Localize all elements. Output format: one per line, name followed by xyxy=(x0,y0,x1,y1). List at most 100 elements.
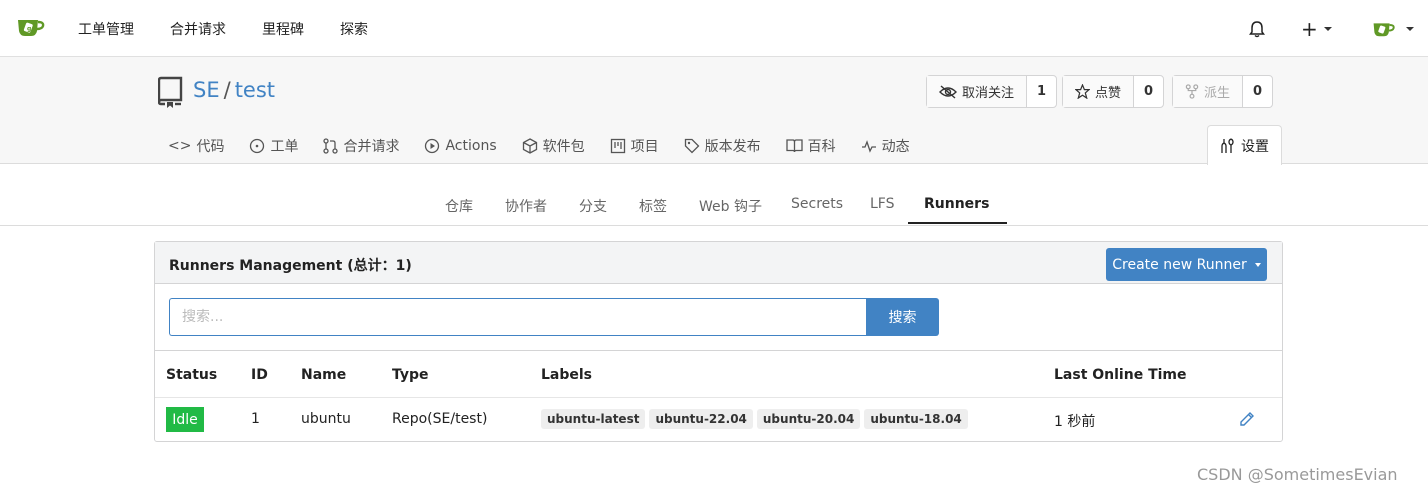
svg-text:g: g xyxy=(27,26,31,33)
main-nav: 工单管理 合并请求 里程碑 探索 xyxy=(78,0,404,57)
search-row: 搜索 xyxy=(155,284,1282,351)
active-tab-indicator xyxy=(908,222,1007,224)
pencil-icon[interactable] xyxy=(1239,411,1255,427)
issue-icon xyxy=(250,138,265,154)
star-count[interactable]: 0 xyxy=(1134,76,1163,107)
tab-label: 软件包 xyxy=(542,139,585,155)
repo-icon xyxy=(158,76,183,108)
book-icon xyxy=(785,139,803,153)
chevron-down-icon[interactable] xyxy=(1324,27,1332,31)
star-icon xyxy=(1075,84,1090,99)
repo-title: SE / test xyxy=(193,78,275,102)
fork-button[interactable]: 派生 0 xyxy=(1172,75,1274,108)
fork-icon xyxy=(1185,84,1199,99)
repo-name-link[interactable]: test xyxy=(235,78,275,102)
fork-label: 派生 xyxy=(1204,86,1231,101)
runner-label: ubuntu-18.04 xyxy=(864,409,968,429)
star-label: 点赞 xyxy=(1095,86,1122,101)
code-icon: <> xyxy=(168,138,192,154)
tab-label: Actions xyxy=(445,138,497,154)
column-header-last-online[interactable]: Last Online Time xyxy=(1054,367,1187,383)
subtab-secrets[interactable]: Secrets xyxy=(791,196,843,212)
chevron-down-icon[interactable] xyxy=(1406,27,1414,31)
pull-request-icon xyxy=(323,138,339,154)
runner-type: Repo(SE/test) xyxy=(392,411,488,427)
table-header: Status ID Name Type Labels Last Online T… xyxy=(155,351,1282,398)
gitea-logo-icon[interactable]: g xyxy=(16,15,46,39)
table-row: Idle 1 ubuntu Repo(SE/test) ubuntu-lates… xyxy=(155,398,1282,441)
nav-issues[interactable]: 工单管理 xyxy=(78,19,134,39)
search-button[interactable]: 搜索 xyxy=(866,298,939,336)
subtab-branches[interactable]: 分支 xyxy=(579,196,607,216)
tab-wiki[interactable]: 百科 xyxy=(785,136,836,156)
tab-projects[interactable]: 项目 xyxy=(610,136,659,156)
column-header-type[interactable]: Type xyxy=(392,367,429,383)
runner-label: ubuntu-20.04 xyxy=(756,409,861,429)
subtab-lfs[interactable]: LFS xyxy=(870,196,895,212)
play-icon xyxy=(425,138,440,154)
runner-labels: ubuntu-latest ubuntu-22.04 ubuntu-20.04 … xyxy=(541,409,968,429)
nav-pull-requests[interactable]: 合并请求 xyxy=(170,19,226,39)
tag-icon xyxy=(684,138,700,154)
create-runner-button[interactable]: Create new Runner xyxy=(1106,248,1267,281)
project-icon xyxy=(610,138,625,154)
column-header-status[interactable]: Status xyxy=(166,367,217,383)
subtab-repository[interactable]: 仓库 xyxy=(445,196,473,216)
package-icon xyxy=(522,138,537,154)
search-input[interactable] xyxy=(169,298,866,336)
tab-label: 工单 xyxy=(270,139,299,155)
repo-title-separator: / xyxy=(223,78,231,102)
tab-code[interactable]: <> 代码 xyxy=(168,136,224,156)
top-navbar: g 工单管理 合并请求 里程碑 探索 + xyxy=(0,0,1428,57)
eye-slash-icon xyxy=(939,84,957,99)
tools-icon xyxy=(1221,137,1234,153)
tab-label: 合并请求 xyxy=(343,139,400,155)
unwatch-button[interactable]: 取消关注 1 xyxy=(926,75,1058,108)
subtab-collaborators[interactable]: 协作者 xyxy=(505,196,547,216)
tab-label: 百科 xyxy=(807,139,836,155)
subtab-tags[interactable]: 标签 xyxy=(639,196,667,216)
tab-label: 版本发布 xyxy=(704,139,761,155)
subtab-webhooks[interactable]: Web 钩子 xyxy=(699,196,762,216)
star-button[interactable]: 点赞 0 xyxy=(1062,75,1165,108)
watermark: CSDN @SometimesEvian xyxy=(1197,465,1398,484)
tab-label: 动态 xyxy=(881,139,910,155)
nav-milestones[interactable]: 里程碑 xyxy=(262,19,304,39)
runner-name: ubuntu xyxy=(301,411,351,427)
fork-count[interactable]: 0 xyxy=(1243,76,1272,107)
column-header-id[interactable]: ID xyxy=(251,367,268,383)
plus-icon[interactable]: + xyxy=(1301,19,1318,39)
pulse-icon xyxy=(861,140,876,153)
tab-label: 代码 xyxy=(196,139,225,155)
column-header-labels[interactable]: Labels xyxy=(541,367,592,383)
avatar[interactable] xyxy=(1372,19,1396,39)
unwatch-label: 取消关注 xyxy=(962,86,1015,101)
star-label-wrap: 点赞 xyxy=(1063,76,1135,107)
tab-packages[interactable]: 软件包 xyxy=(522,136,585,156)
chevron-down-icon xyxy=(1254,262,1261,267)
repo-header: SE / test 取消关注 1 点赞 0 派生 0 <> 代码 工单 合并请求… xyxy=(0,57,1428,165)
watch-count[interactable]: 1 xyxy=(1027,76,1056,107)
runner-label: ubuntu-22.04 xyxy=(649,409,753,429)
column-header-name[interactable]: Name xyxy=(301,367,346,383)
unwatch-label-wrap: 取消关注 xyxy=(927,76,1028,107)
tab-issues[interactable]: 工单 xyxy=(249,136,298,156)
create-runner-label: Create new Runner xyxy=(1112,256,1247,273)
fork-label-wrap: 派生 xyxy=(1173,76,1244,107)
runner-label: ubuntu-latest xyxy=(541,409,646,429)
subtab-runners[interactable]: Runners xyxy=(924,196,989,212)
tab-actions[interactable]: Actions xyxy=(424,136,497,156)
panel-header: Runners Management (总计：1) Create new Run… xyxy=(155,242,1282,284)
tab-pull-requests[interactable]: 合并请求 xyxy=(323,136,399,156)
panel-title: Runners Management (总计：1) xyxy=(169,258,412,274)
tab-settings-label: 设置 xyxy=(1241,138,1269,155)
tab-releases[interactable]: 版本发布 xyxy=(684,136,761,156)
runners-panel: Runners Management (总计：1) Create new Run… xyxy=(154,241,1283,442)
bell-icon[interactable] xyxy=(1248,20,1266,38)
tab-settings[interactable]: 设置 xyxy=(1207,125,1282,165)
tab-activity[interactable]: 动态 xyxy=(861,136,910,156)
status-badge: Idle xyxy=(166,407,204,432)
nav-explore[interactable]: 探索 xyxy=(340,19,368,39)
repo-owner-link[interactable]: SE xyxy=(193,78,220,102)
settings-subtabs: 仓库 协作者 分支 标签 Web 钩子 Secrets LFS Runners xyxy=(0,165,1428,226)
